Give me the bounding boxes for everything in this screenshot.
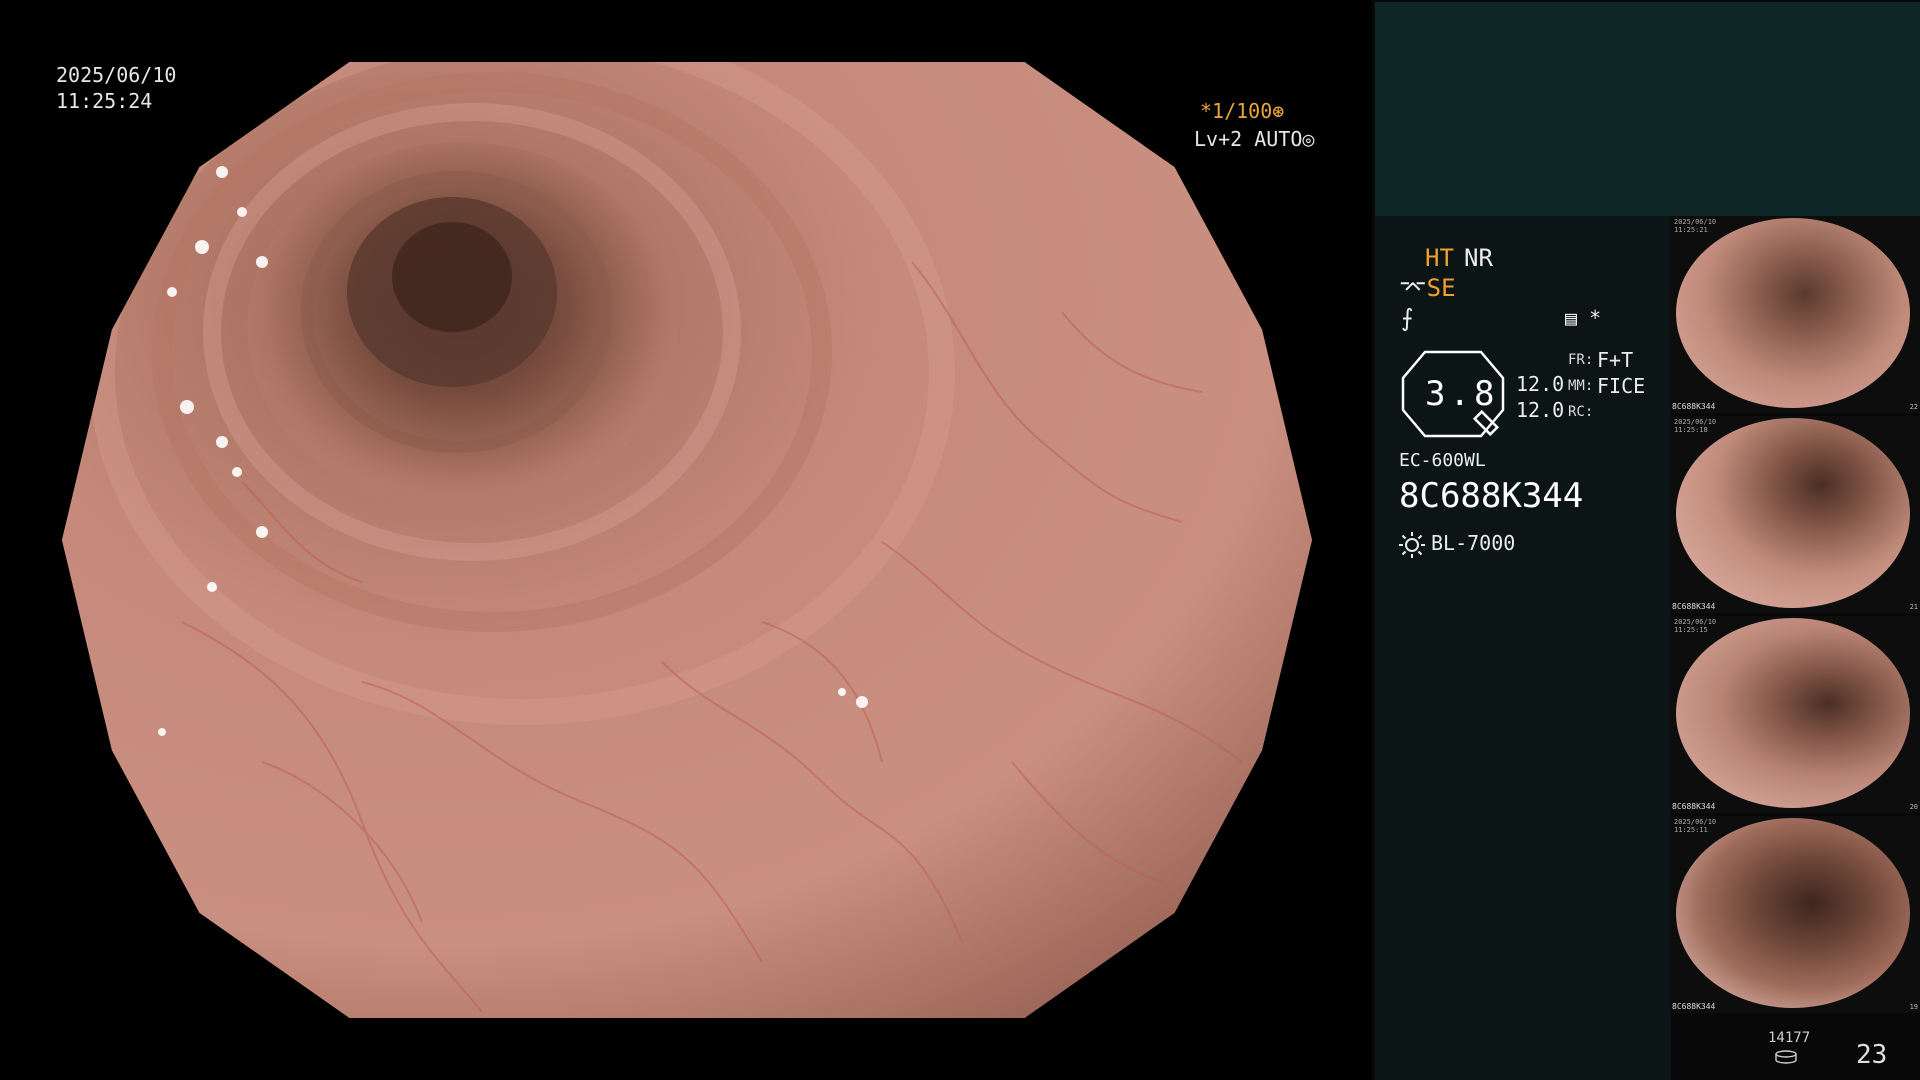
thumb-date: 2025/06/10 [1674, 218, 1717, 226]
thumb-date: 2025/06/10 [1674, 818, 1717, 826]
enhance-icon: ⌤ [1399, 274, 1427, 302]
hue-tone-indicator: HT [1425, 244, 1454, 272]
thumbnail-image [1676, 818, 1910, 1008]
captured-thumbnail[interactable]: 2025/06/10 11:25:15 8C688K344 20 [1670, 616, 1920, 813]
structure-enhance-indicator: SE [1426, 274, 1456, 302]
endoscope-image [62, 62, 1312, 1018]
memo-star: * [1589, 306, 1602, 330]
storage-disk-icon [1775, 1050, 1797, 1064]
thumb-index: 19 [1909, 1003, 1918, 1011]
captured-thumbnail[interactable]: 2025/06/10 11:25:21 8C688K344 22 [1670, 216, 1920, 413]
thumb-date: 2025/06/10 [1674, 618, 1717, 626]
thumb-index: 21 [1909, 603, 1918, 611]
thumb-serial: 8C688K344 [1672, 402, 1716, 411]
memo-row: ▤ * [1565, 306, 1601, 330]
structure-enhance-row: ⌤SE [1399, 274, 1456, 302]
shutter-icon: ⊛ [1272, 99, 1285, 123]
thumbnail-image [1676, 218, 1910, 408]
fr-value: F+T [1597, 348, 1634, 372]
memory-card-icon: ▤ [1565, 306, 1578, 330]
mm-label: MM: [1568, 378, 1594, 394]
thumb-serial: 8C688K344 [1672, 602, 1716, 611]
fr-label: FR: [1568, 352, 1594, 368]
thumbnail-image [1676, 618, 1910, 808]
thumb-date: 2025/06/10 [1674, 418, 1717, 426]
thumb-serial: 8C688K344 [1672, 802, 1716, 811]
noise-reduction-indicator: NR [1464, 244, 1493, 272]
light-source-icon [1399, 531, 1425, 558]
thumb-time: 11:25:15 [1674, 626, 1708, 634]
exam-time: 11:25:24 [56, 89, 153, 113]
mm-value: FICE [1597, 374, 1646, 398]
captured-thumbnail[interactable]: 2025/06/10 11:25:18 8C688K344 21 [1670, 416, 1920, 613]
scope-serial: 8C688K344 [1399, 476, 1584, 516]
thumb-time: 11:25:18 [1674, 426, 1708, 434]
image-count: 14177 [1768, 1030, 1811, 1046]
thumb-serial: 8C688K344 [1672, 1002, 1716, 1011]
zoom-value: 3.8 [1425, 374, 1499, 414]
rc-label: RC: [1568, 404, 1594, 420]
exam-date: 2025/06/10 [56, 63, 177, 87]
thumbnail-image [1676, 418, 1910, 608]
iris-icon: ◎ [1302, 127, 1315, 151]
main-endoscope-view: 2025/06/10 11:25:24 *1/100⊛ Lv+2 AUTO◎ [0, 0, 1372, 1080]
light-source-row: BL-7000 [1399, 531, 1515, 558]
side-panel: HT NR ⌤SE ⨍ ▤ * 3.8 12.0 12.0 FR: F+T MM… [1372, 0, 1920, 1080]
frame-number: 23 [1856, 1040, 1888, 1070]
ratio-value-1: 12.0 [1516, 372, 1565, 396]
processor-settings-panel: HT NR ⌤SE ⨍ ▤ * 3.8 12.0 12.0 FR: F+T MM… [1375, 216, 1671, 1080]
light-source-model: BL-7000 [1431, 531, 1516, 555]
ratio-value-2: 12.0 [1516, 398, 1565, 422]
thumb-index: 20 [1909, 803, 1918, 811]
filter-icon: ⨍ [1401, 304, 1414, 332]
thumb-time: 11:25:21 [1674, 226, 1708, 234]
thumb-index: 22 [1909, 403, 1918, 411]
captured-thumbnail[interactable]: 2025/06/10 11:25:11 8C688K344 19 [1670, 816, 1920, 1013]
thumb-time: 11:25:11 [1674, 826, 1708, 834]
colon-lumen-illustration [62, 62, 1312, 1018]
scope-model: EC-600WL [1399, 450, 1486, 471]
shutter-speed: *1/100⊛ [1200, 99, 1285, 123]
patient-info-box [1375, 2, 1920, 216]
exposure-level: Lv+2 AUTO◎ [1194, 127, 1315, 151]
